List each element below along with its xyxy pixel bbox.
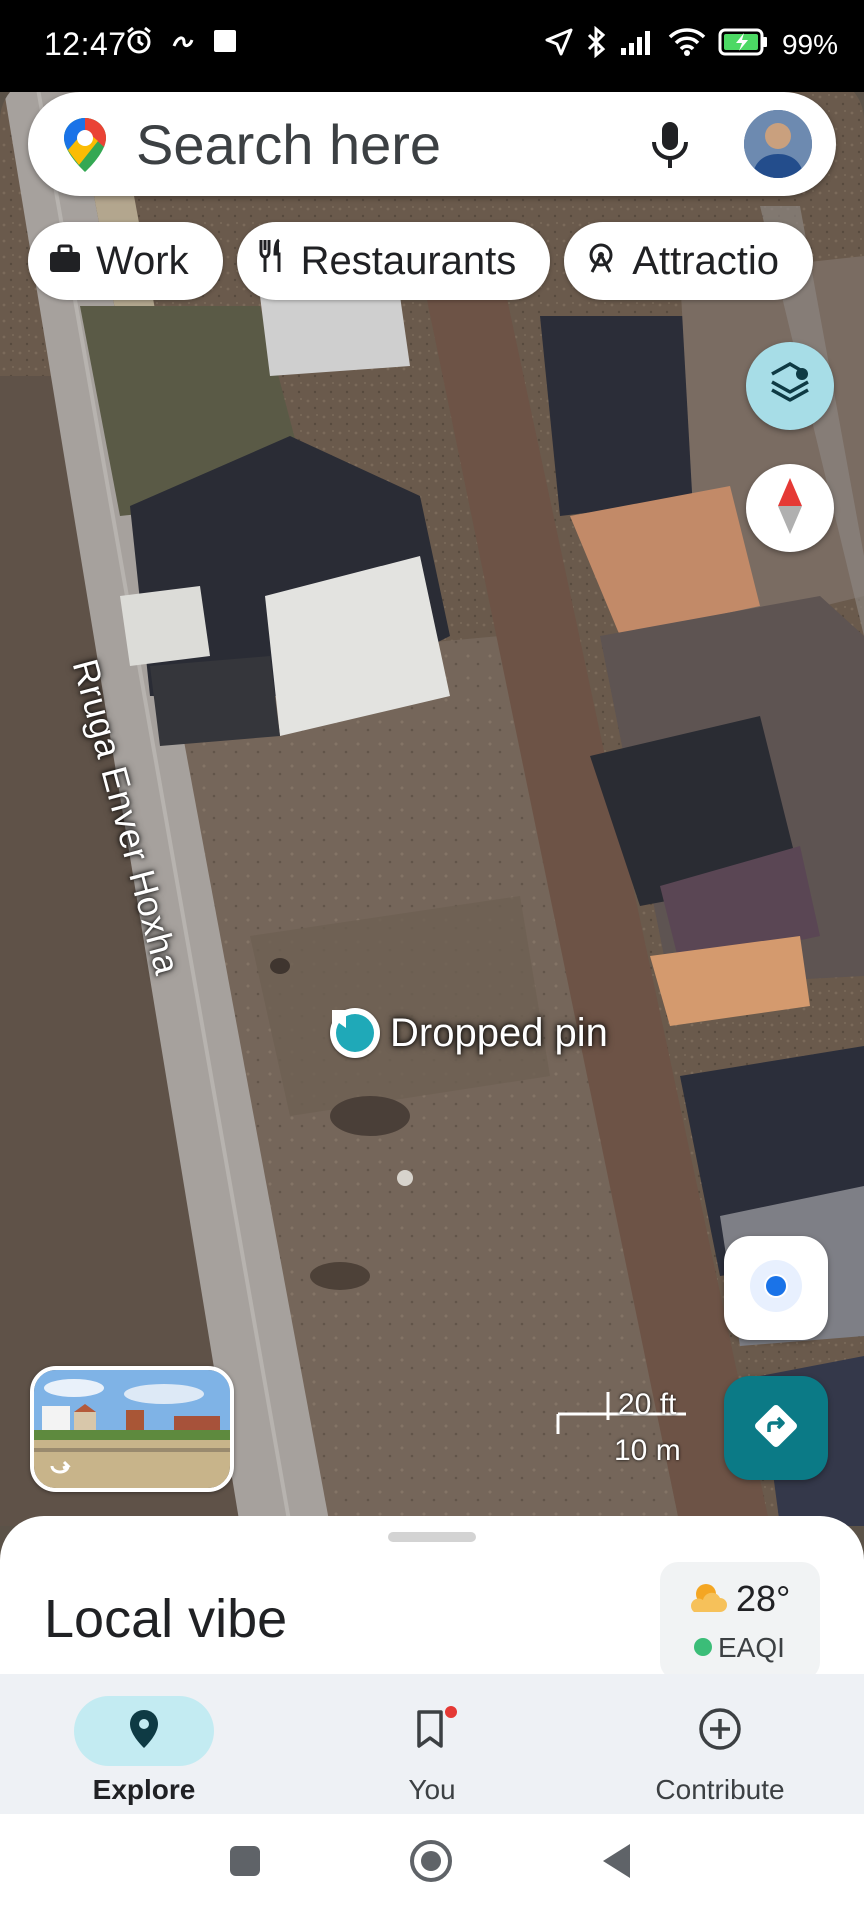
sheet-title: Local vibe bbox=[44, 1589, 288, 1649]
street-view-thumbnail[interactable] bbox=[30, 1366, 234, 1492]
map-scale: 20 ft 10 m bbox=[556, 1388, 688, 1472]
fork-knife-icon bbox=[257, 238, 287, 284]
nav-label: Explore bbox=[92, 1774, 196, 1805]
compass-icon bbox=[775, 476, 805, 541]
battery-level: 99% bbox=[781, 28, 838, 60]
chip-restaurants[interactable]: Restaurants bbox=[236, 222, 551, 300]
aqi-label: EAQI bbox=[718, 1632, 785, 1663]
my-location-icon bbox=[748, 1258, 804, 1319]
nav-you[interactable]: You bbox=[288, 1684, 576, 1808]
dropped-pin[interactable]: Dropped pin bbox=[330, 1008, 608, 1058]
chip-work[interactable]: Work bbox=[28, 222, 223, 300]
chip-attractions[interactable]: Attractio bbox=[564, 222, 813, 300]
notification-badge bbox=[443, 1703, 459, 1720]
chip-label: Attractio bbox=[632, 238, 779, 283]
attractions-icon bbox=[584, 239, 618, 284]
dropped-pin-label: Dropped pin bbox=[390, 1010, 608, 1055]
link-icon bbox=[168, 26, 198, 61]
add-circle-icon bbox=[697, 1706, 743, 1757]
layers-icon bbox=[768, 361, 812, 411]
category-chips: Work Restaurants Attractio bbox=[28, 222, 813, 300]
my-location-button[interactable] bbox=[724, 1236, 828, 1340]
directions-icon bbox=[750, 1400, 802, 1457]
home-button[interactable] bbox=[408, 1838, 454, 1889]
search-bar[interactable] bbox=[28, 92, 836, 196]
bluetooth-icon bbox=[586, 25, 608, 63]
location-arrow-icon bbox=[544, 27, 574, 62]
chip-label: Work bbox=[96, 238, 189, 283]
scale-feet: 20 ft bbox=[618, 1388, 677, 1421]
back-button[interactable] bbox=[600, 1842, 634, 1885]
signal-icon bbox=[620, 28, 656, 61]
maps-logo-icon bbox=[62, 116, 108, 179]
temperature: 28° bbox=[736, 1578, 791, 1619]
battery-charging-icon bbox=[718, 28, 770, 61]
weather-widget[interactable]: 28° EAQI bbox=[660, 1562, 820, 1680]
mic-icon[interactable] bbox=[648, 118, 692, 175]
system-navigation-bar bbox=[0, 1814, 864, 1920]
square-notification-icon bbox=[212, 28, 238, 59]
briefcase-icon bbox=[48, 239, 82, 284]
search-input[interactable] bbox=[136, 114, 656, 174]
avatar[interactable] bbox=[744, 110, 812, 178]
sheet-drag-handle[interactable] bbox=[388, 1532, 476, 1542]
sun-cloud-icon bbox=[688, 1580, 728, 1621]
scale-meters: 10 m bbox=[614, 1434, 681, 1467]
status-bar: 12:47 99% bbox=[0, 0, 864, 92]
nav-label: You bbox=[408, 1774, 456, 1805]
bottom-navigation: Explore You Contribute bbox=[0, 1674, 864, 1814]
bookmark-icon bbox=[415, 1703, 459, 1755]
status-time: 12:47 bbox=[44, 26, 127, 62]
chip-label: Restaurants bbox=[300, 238, 517, 283]
recents-button[interactable] bbox=[228, 1844, 262, 1883]
bookmark-pin-icon bbox=[330, 1008, 380, 1058]
aqi-dot-icon bbox=[694, 1638, 712, 1656]
location-pin-icon bbox=[128, 1708, 160, 1755]
nav-contribute[interactable]: Contribute bbox=[576, 1684, 864, 1808]
alarm-icon bbox=[124, 26, 154, 61]
compass-button[interactable] bbox=[746, 464, 834, 552]
nav-explore[interactable]: Explore bbox=[0, 1684, 288, 1808]
nav-label: Contribute bbox=[655, 1774, 785, 1805]
bottom-sheet[interactable]: Local vibe 28° EAQI bbox=[0, 1516, 864, 1680]
wifi-icon bbox=[668, 27, 706, 62]
directions-button[interactable] bbox=[724, 1376, 828, 1480]
layers-button[interactable] bbox=[746, 342, 834, 430]
